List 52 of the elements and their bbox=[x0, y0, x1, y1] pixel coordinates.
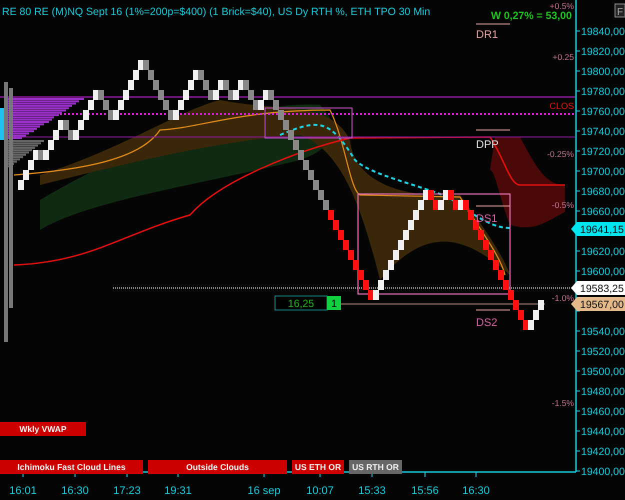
time-label: 10:07 bbox=[306, 485, 334, 497]
time-label: 16:01 bbox=[9, 485, 37, 497]
price-label: 19520,00 bbox=[581, 346, 625, 358]
price-label: 19800,00 bbox=[581, 66, 625, 78]
price-label: 19820,00 bbox=[581, 46, 625, 58]
pivot-label: DR1 bbox=[476, 29, 498, 41]
price-label: 19500,00 bbox=[581, 366, 625, 378]
toggle-button[interactable]: US ETH OR bbox=[292, 460, 344, 474]
time-label: 15:33 bbox=[358, 485, 386, 497]
price-label: 19740,00 bbox=[581, 126, 625, 138]
price-tag-label: 19567,00 bbox=[580, 299, 624, 311]
close-label: CLOS bbox=[549, 101, 574, 111]
toggle-button[interactable]: Ichimoku Fast Cloud Lines bbox=[0, 460, 143, 474]
time-label: 16 sep bbox=[247, 485, 281, 497]
price-label: 19440,00 bbox=[581, 426, 625, 438]
price-label: 19660,00 bbox=[581, 206, 625, 218]
price-label: 19840,00 bbox=[581, 26, 625, 38]
weekly-change-label: W 0,27% = 53,00 bbox=[491, 10, 572, 22]
time-label: 16:30 bbox=[462, 485, 490, 497]
price-tag-label: 19583,25 bbox=[580, 283, 624, 295]
price-label: 19720,00 bbox=[581, 146, 625, 158]
corner-button[interactable]: F bbox=[614, 4, 625, 18]
toggle-button[interactable]: US RTH OR bbox=[349, 460, 402, 474]
time-label: 19:31 bbox=[164, 485, 192, 497]
percent-label: -0.25% bbox=[547, 149, 574, 159]
percent-label: +0.25 bbox=[552, 52, 574, 62]
percent-label: +0.5% bbox=[550, 1, 574, 11]
price-label: 19600,00 bbox=[581, 266, 625, 278]
price-label: 19540,00 bbox=[581, 326, 625, 338]
time-label: 15:56 bbox=[411, 485, 439, 497]
time-label: 16:30 bbox=[61, 485, 89, 497]
range-box bbox=[274, 296, 328, 310]
percent-label: -1.0% bbox=[552, 293, 574, 303]
chart-title: RE 80 RE (M)NQ Sept 16 (1%=200p=$400) (1 Brick=$40), US Dy RTH %, ETH TPO 30 Min bbox=[2, 6, 430, 18]
price-label: 19460,00 bbox=[581, 406, 625, 418]
price-tag-label: 19641,15 bbox=[580, 224, 624, 236]
price-label: 19480,00 bbox=[581, 386, 625, 398]
toggle-button[interactable]: Wkly VWAP bbox=[0, 422, 86, 436]
pivot-label: DS2 bbox=[476, 317, 498, 329]
toggle-button[interactable]: Outside Clouds bbox=[148, 460, 287, 474]
price-label: 19780,00 bbox=[581, 86, 625, 98]
time-label: 17:23 bbox=[113, 485, 141, 497]
percent-label: -0.5% bbox=[552, 200, 574, 210]
price-label: 19700,00 bbox=[581, 166, 625, 178]
percent-label: -1.5% bbox=[552, 398, 574, 408]
price-label: 19760,00 bbox=[581, 106, 625, 118]
price-label: 19420,00 bbox=[581, 446, 625, 458]
range-value: 16,25 bbox=[288, 298, 314, 310]
price-label: 19680,00 bbox=[581, 186, 625, 198]
price-label: 19400,00 bbox=[581, 466, 625, 478]
brick-count-badge: 1 bbox=[327, 296, 341, 310]
price-label: 19620,00 bbox=[581, 246, 625, 258]
